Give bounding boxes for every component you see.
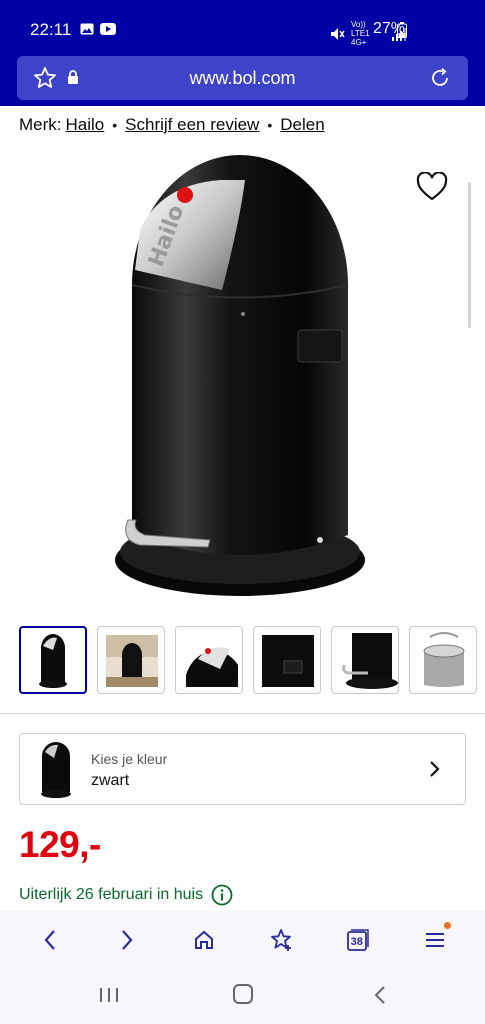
thumbnail-1[interactable] <box>19 626 87 694</box>
thumbnail-strip <box>19 626 477 694</box>
system-home-icon[interactable] <box>232 983 254 1005</box>
section-divider <box>0 713 485 714</box>
bookmarks-button[interactable] <box>261 920 301 960</box>
thumbnail-4[interactable] <box>253 626 321 694</box>
mute-icon <box>331 27 345 40</box>
info-icon[interactable] <box>211 884 233 906</box>
chevron-right-icon <box>430 761 440 777</box>
brand-label: Merk: <box>19 115 62 134</box>
separator-dot: • <box>112 117 118 133</box>
reload-icon[interactable] <box>428 66 452 90</box>
delivery-info: Uiterlijk 26 februari in huis <box>19 884 233 906</box>
browser-toolbar: www.bol.com <box>0 56 485 106</box>
price: 129,- <box>19 824 101 865</box>
battery-icon <box>397 22 407 38</box>
write-review-link[interactable]: Schrijf een review <box>125 115 259 135</box>
address-bar[interactable]: www.bol.com <box>17 56 468 100</box>
menu-button[interactable] <box>415 920 455 960</box>
home-icon <box>195 930 214 949</box>
product-image[interactable]: Hailo <box>100 150 380 610</box>
thumbnail-3[interactable] <box>175 626 243 694</box>
status-bar: 22:11 Vo)) LTE1 4G+ 27% <box>0 0 485 56</box>
notification-icons <box>80 23 116 35</box>
back-button[interactable] <box>30 920 70 960</box>
share-link[interactable]: Delen <box>280 115 324 135</box>
tabs-button[interactable]: 38 <box>338 920 378 960</box>
browser-bottom-nav: 38 <box>0 911 485 969</box>
system-back-icon[interactable] <box>372 985 388 1005</box>
color-prompt: Kies je kleur <box>91 751 168 767</box>
youtube-icon <box>100 23 116 35</box>
back-icon <box>44 930 56 950</box>
thumbnail-5[interactable] <box>331 626 399 694</box>
thumbnail-2[interactable] <box>97 626 165 694</box>
home-button[interactable] <box>184 920 224 960</box>
system-nav-bar <box>0 969 485 1024</box>
brand-link[interactable]: Hailo <box>66 115 105 135</box>
image-scroll-indicator <box>468 182 471 328</box>
forward-button[interactable] <box>107 920 147 960</box>
delivery-text: Uiterlijk 26 februari in huis <box>19 886 204 903</box>
notification-dot <box>443 922 451 929</box>
bookmarks-icon <box>270 929 291 951</box>
recent-apps-icon[interactable] <box>98 985 120 1005</box>
forward-icon <box>122 930 133 950</box>
product-meta-line: Merk: Hailo • Schrijf een review • Delen <box>19 115 325 135</box>
thumbnail-6[interactable] <box>409 626 477 694</box>
color-swatch-image <box>41 742 71 798</box>
url-text: www.bol.com <box>189 68 296 88</box>
color-selector[interactable]: Kies je kleur zwart <box>19 733 466 805</box>
color-value: zwart <box>91 772 130 789</box>
gallery-icon <box>80 23 94 35</box>
status-time: 22:11 <box>30 20 72 39</box>
tab-count: 38 <box>350 936 363 948</box>
separator-dot: • <box>267 117 273 133</box>
heart-icon[interactable] <box>416 172 448 202</box>
menu-icon <box>425 933 444 947</box>
